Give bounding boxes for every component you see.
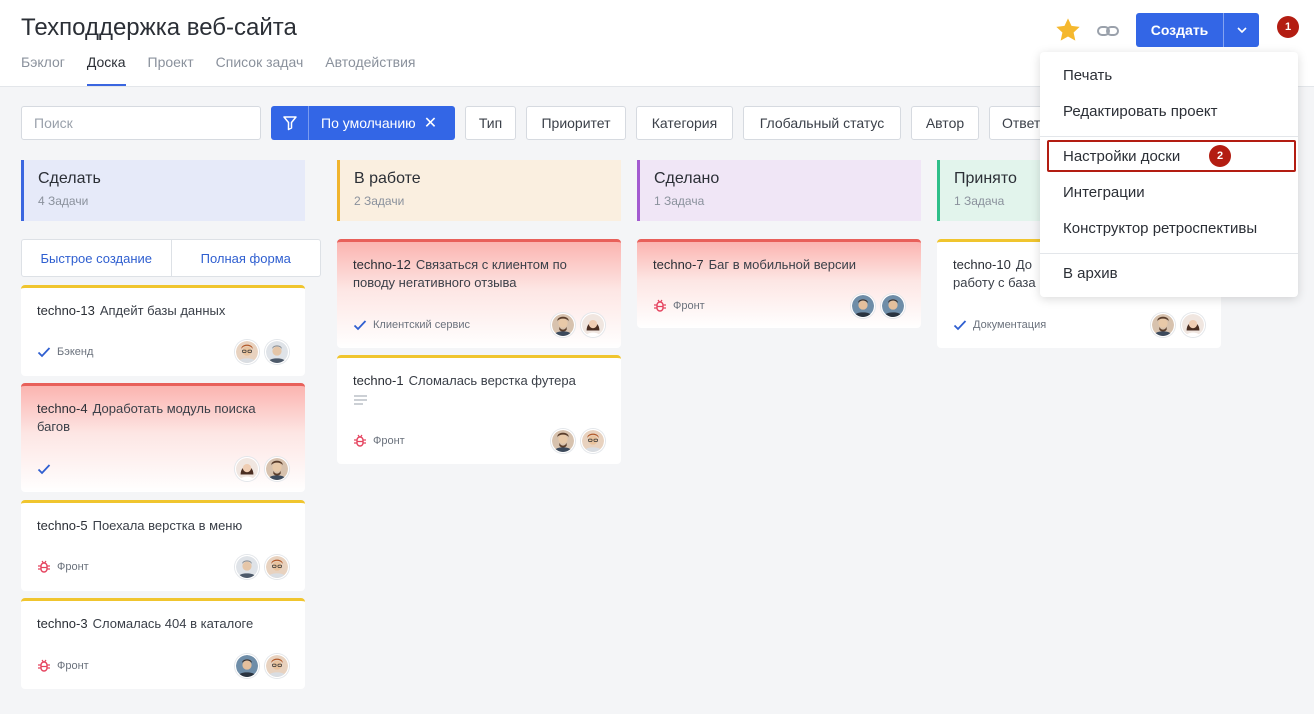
avatar[interactable]: [581, 429, 605, 453]
avatar[interactable]: [1151, 313, 1175, 337]
default-filter-button[interactable]: По умолчанию ✕: [271, 106, 455, 140]
create-dropdown-button[interactable]: [1224, 13, 1259, 47]
avatar[interactable]: [235, 654, 259, 678]
filter-icon: [271, 106, 309, 140]
task-tag: Фронт: [57, 561, 89, 573]
filter-priority[interactable]: Приоритет: [526, 106, 626, 140]
task-key: techno-3: [37, 616, 88, 631]
avatar[interactable]: [265, 555, 289, 579]
menu-item-edit-project[interactable]: Редактировать проект: [1063, 103, 1218, 120]
avatar[interactable]: [265, 654, 289, 678]
filter-author[interactable]: Автор: [911, 106, 979, 140]
tab-task-list[interactable]: Список задач: [216, 54, 304, 86]
task-card-techno-13[interactable]: techno-13 Апдейт базы данных Бэкенд: [21, 285, 305, 376]
bug-icon: [353, 434, 367, 448]
bug-icon: [653, 299, 667, 313]
tab-backlog[interactable]: Бэклог: [21, 54, 65, 86]
task-tag: Фронт: [57, 660, 89, 672]
task-key: techno-1: [353, 373, 404, 388]
close-icon[interactable]: ✕: [424, 113, 437, 133]
task-title: Сломалась 404 в каталоге: [92, 616, 254, 631]
chevron-down-icon: [1236, 27, 1247, 34]
avatar[interactable]: [1181, 313, 1205, 337]
create-button-group: Создать: [1136, 13, 1259, 47]
avatar[interactable]: [551, 313, 575, 337]
task-title: Апдейт базы данных: [99, 303, 226, 318]
filter-category[interactable]: Категория: [636, 106, 733, 140]
search-input[interactable]: [21, 106, 261, 140]
highlight-frame: [1047, 140, 1296, 172]
menu-item-retro-builder[interactable]: Конструктор ретроспективы: [1063, 220, 1257, 237]
check-icon: [353, 318, 367, 332]
column-count: 4 Задачи: [38, 194, 89, 208]
create-dropdown-menu: Печать Редактировать проект Настройки до…: [1040, 52, 1298, 297]
link-icon[interactable]: [1095, 18, 1121, 44]
tab-bar: Бэклог Доска Проект Список задач Автодей…: [21, 54, 415, 86]
filter-global-status[interactable]: Глобальный статус: [743, 106, 901, 140]
quick-create-button[interactable]: Быстрое создание: [22, 240, 171, 276]
avatar[interactable]: [881, 294, 905, 318]
bug-icon: [37, 560, 51, 574]
task-key: techno-7: [653, 257, 704, 272]
full-form-button[interactable]: Полная форма: [170, 240, 321, 276]
task-tag: Фронт: [673, 300, 705, 312]
menu-item-archive[interactable]: В архив: [1063, 265, 1118, 282]
column-title: Сделать: [38, 170, 101, 187]
column-title: Сделано: [654, 170, 720, 187]
avatar[interactable]: [235, 555, 259, 579]
page-title: Техподдержка веб-сайта: [21, 14, 297, 41]
default-filter-label: По умолчанию: [321, 115, 416, 131]
avatar[interactable]: [265, 457, 289, 481]
step-marker-1: 1: [1277, 16, 1299, 38]
avatar[interactable]: [235, 340, 259, 364]
task-card-techno-1[interactable]: techno-1 Сломалась верстка футера Фронт: [337, 355, 621, 464]
check-icon: [953, 318, 967, 332]
create-button[interactable]: Создать: [1136, 13, 1224, 47]
task-title: Поехала верстка в меню: [92, 518, 243, 533]
avatar[interactable]: [581, 313, 605, 337]
task-tag: Документация: [973, 319, 1047, 331]
filter-type[interactable]: Тип: [465, 106, 516, 140]
menu-divider: [1040, 136, 1298, 137]
check-icon: [37, 462, 51, 476]
description-icon: [354, 395, 367, 405]
task-title: Сломалась верстка футера: [408, 373, 576, 388]
task-tag: Бэкенд: [57, 346, 94, 358]
menu-item-integrations[interactable]: Интеграции: [1063, 184, 1145, 201]
tab-project[interactable]: Проект: [148, 54, 194, 86]
star-icon[interactable]: [1054, 16, 1082, 44]
bug-icon: [37, 659, 51, 673]
column-count: 2 Задачи: [354, 194, 405, 208]
step-marker-2: 2: [1209, 145, 1231, 167]
avatar[interactable]: [551, 429, 575, 453]
task-title: Баг в мобильной версии: [708, 257, 856, 272]
column-count: 1 Задача: [654, 194, 705, 208]
column-in-progress-header: В работе 2 Задачи: [337, 160, 621, 221]
avatar[interactable]: [265, 340, 289, 364]
menu-item-print[interactable]: Печать: [1063, 67, 1112, 84]
task-key: techno-4: [37, 401, 88, 416]
tab-board[interactable]: Доска: [86, 54, 126, 86]
task-key: techno-5: [37, 518, 88, 533]
column-done-header: Сделано 1 Задача: [637, 160, 921, 221]
quick-create-bar: Быстрое создание Полная форма: [21, 239, 321, 277]
task-card-techno-4[interactable]: techno-4 Доработать модуль поиска багов: [21, 383, 305, 492]
check-icon: [37, 345, 51, 359]
task-card-techno-7[interactable]: techno-7 Баг в мобильной версии Фронт: [637, 239, 921, 328]
task-card-techno-5[interactable]: techno-5 Поехала верстка в меню Фронт: [21, 500, 305, 591]
task-tag: Клиентский сервис: [373, 319, 470, 331]
column-todo-header: Сделать 4 Задачи: [21, 160, 305, 221]
tab-automations[interactable]: Автодействия: [325, 54, 415, 86]
avatar[interactable]: [851, 294, 875, 318]
task-tag: Фронт: [373, 435, 405, 447]
task-key: techno-13: [37, 303, 95, 318]
column-title: В работе: [354, 170, 421, 187]
menu-divider: [1040, 253, 1298, 254]
task-key: techno-12: [353, 257, 411, 272]
avatar[interactable]: [235, 457, 259, 481]
task-card-techno-12[interactable]: techno-12 Связаться с клиентом по поводу …: [337, 239, 621, 348]
task-card-techno-3[interactable]: techno-3 Сломалась 404 в каталоге Фронт: [21, 598, 305, 689]
task-key: techno-10: [953, 257, 1011, 272]
